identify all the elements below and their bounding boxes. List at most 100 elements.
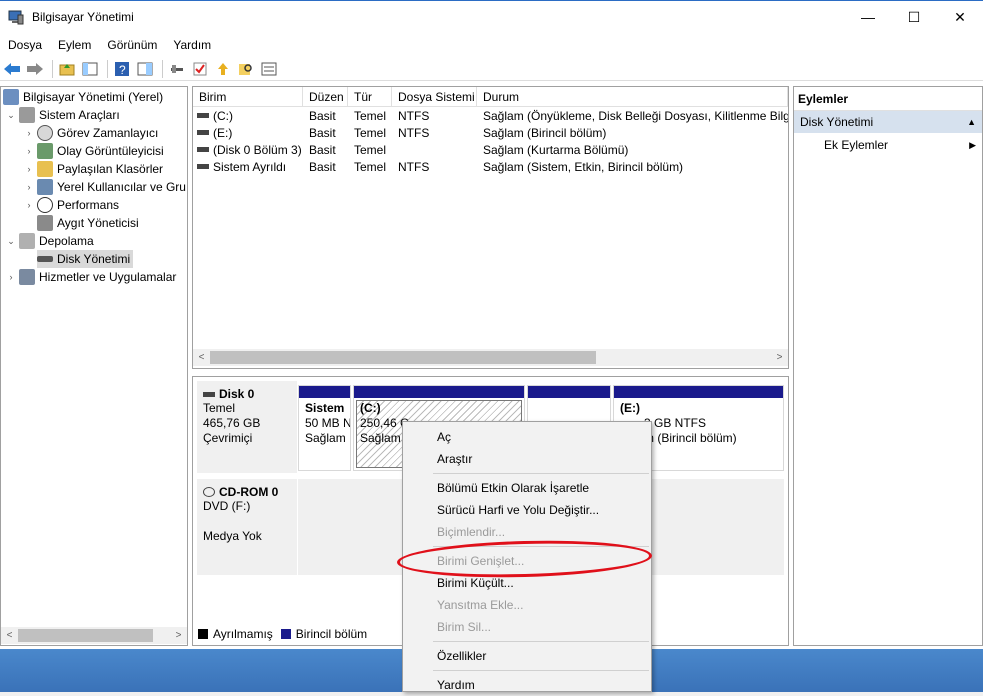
properties-pane-icon[interactable] — [135, 60, 155, 78]
column-header-layout[interactable]: Düzen — [303, 87, 348, 107]
scroll-left-icon[interactable]: < — [193, 349, 210, 366]
partition-system-reserved[interactable]: Sistem 50 MB N Sağlam — [298, 385, 351, 471]
actions-section[interactable]: Disk Yönetimi ▲ — [794, 111, 982, 133]
performance-icon — [37, 197, 53, 213]
tools-icon — [19, 107, 35, 123]
menu-item-format[interactable]: Biçimlendir... — [437, 521, 505, 543]
scroll-left-icon[interactable]: < — [1, 627, 18, 644]
device-manager-icon — [37, 215, 53, 231]
more-actions[interactable]: Ek Eylemler ▶ — [794, 133, 982, 157]
close-button[interactable]: ✕ — [937, 1, 983, 33]
toolbar-separator — [162, 59, 163, 78]
table-row[interactable]: (E:) Basit Temel NTFS Sağlam (Birincil b… — [193, 125, 788, 142]
column-header-filesystem[interactable]: Dosya Sistemi — [392, 87, 477, 107]
menu-separator — [433, 641, 649, 642]
menu-action[interactable]: Eylem — [50, 35, 99, 55]
tree-item-root[interactable]: Bilgisayar Yönetimi (Yerel) — [3, 88, 163, 106]
table-row[interactable]: Sistem Ayrıldı Basit Temel NTFS Sağlam (… — [193, 159, 788, 176]
help-icon[interactable]: ? — [112, 60, 132, 78]
menu-view[interactable]: Görünüm — [99, 35, 165, 55]
cell-volume: (E:) — [213, 126, 233, 140]
menu-item-mark-active[interactable]: Bölümü Etkin Olarak İşaretle — [437, 477, 589, 499]
expand-icon[interactable]: › — [23, 124, 35, 142]
partition-bar — [614, 386, 783, 398]
collapse-up-icon[interactable]: ▲ — [967, 111, 976, 133]
connect-icon[interactable] — [167, 60, 187, 78]
import-icon[interactable] — [213, 60, 233, 78]
menu-item-delete[interactable]: Birim Sil... — [437, 616, 491, 638]
tree-item-label: Sistem Araçları — [39, 108, 120, 122]
computer-icon — [3, 89, 19, 105]
volume-icon — [197, 164, 209, 169]
column-header-status[interactable]: Durum — [477, 87, 788, 107]
tree-item-local-users[interactable]: › Yerel Kullanıcılar ve Gru — [23, 178, 186, 196]
tree-item-disk-management[interactable]: Disk Yönetimi — [37, 250, 134, 268]
tree-item-device-manager[interactable]: Aygıt Yöneticisi — [37, 214, 139, 232]
tree-item-services[interactable]: › Hizmetler ve Uygulamalar — [5, 268, 176, 286]
tree-item-task-scheduler[interactable]: › Görev Zamanlayıcı — [23, 124, 158, 142]
expand-icon[interactable]: › — [23, 160, 35, 178]
partition-bar — [528, 386, 610, 398]
menu-separator — [433, 670, 649, 671]
table-row[interactable]: (C:) Basit Temel NTFS Sağlam (Önyükleme,… — [193, 108, 788, 125]
cell-layout: Basit — [309, 160, 336, 174]
back-icon[interactable] — [2, 60, 22, 78]
disk-icon — [37, 256, 53, 262]
expand-icon[interactable]: › — [23, 196, 35, 214]
column-header-type[interactable]: Tür — [348, 87, 392, 107]
toolbar-separator — [52, 59, 53, 78]
scrollbar-thumb[interactable] — [210, 351, 596, 364]
tree-horizontal-scrollbar[interactable]: < > — [1, 627, 187, 644]
submenu-arrow-icon: ▶ — [969, 140, 976, 150]
tree-item-event-viewer[interactable]: › Olay Görüntüleyicisi — [23, 142, 164, 160]
unallocated-swatch — [198, 629, 208, 639]
menu-item-mirror[interactable]: Yansıtma Ekle... — [437, 594, 523, 616]
cell-layout: Basit — [309, 109, 336, 123]
tree-item-storage[interactable]: ⌄ Depolama — [5, 232, 94, 250]
cell-volume: (C:) — [213, 109, 233, 123]
maximize-button[interactable]: ☐ — [891, 1, 937, 33]
title-bar: Bilgisayar Yönetimi — ☐ ✕ — [0, 1, 983, 33]
disk0-label[interactable]: Disk 0 Temel 465,76 GB Çevrimiçi — [197, 381, 297, 473]
expand-icon[interactable]: › — [5, 268, 17, 286]
check-icon[interactable] — [190, 60, 210, 78]
tree-item-performance[interactable]: › Performans — [23, 196, 119, 214]
menu-item-help[interactable]: Yardım — [437, 674, 475, 696]
cell-filesystem: NTFS — [398, 109, 430, 123]
menu-item-properties[interactable]: Özellikler — [437, 645, 486, 667]
list-view-icon[interactable] — [259, 60, 279, 78]
show-hide-tree-icon[interactable] — [80, 60, 100, 78]
menu-file[interactable]: Dosya — [0, 35, 50, 55]
scroll-right-icon[interactable]: > — [170, 627, 187, 644]
cdrom-icon — [203, 487, 215, 497]
tree-item-label: Hizmetler ve Uygulamalar — [39, 270, 177, 284]
scroll-right-icon[interactable]: > — [771, 349, 788, 366]
scrollbar-thumb[interactable] — [18, 629, 153, 642]
menu-item-explore[interactable]: Araştır — [437, 448, 472, 470]
menu-item-change-letter[interactable]: Sürücü Harfi ve Yolu Değiştir... — [437, 499, 599, 521]
minimize-button[interactable]: — — [845, 1, 891, 33]
collapse-icon[interactable]: ⌄ — [5, 232, 17, 250]
cdrom-label[interactable]: CD-ROM 0 DVD (F:) Medya Yok — [197, 479, 297, 575]
expand-icon[interactable]: › — [23, 178, 35, 196]
column-header-volume[interactable]: Birim — [193, 87, 303, 107]
tree-item-label: Paylaşılan Klasörler — [57, 162, 164, 176]
tree-item-system-tools[interactable]: ⌄ Sistem Araçları — [5, 106, 120, 124]
forward-icon[interactable] — [25, 60, 45, 78]
menu-item-open[interactable]: Aç — [437, 426, 451, 448]
search-icon[interactable] — [236, 60, 256, 78]
expand-icon[interactable]: › — [23, 142, 35, 160]
disk0-state: Çevrimiçi — [203, 431, 253, 445]
volume-list-horizontal-scrollbar[interactable]: < > — [193, 349, 788, 366]
disk-icon — [203, 391, 215, 397]
partition-name: (C:) — [360, 401, 381, 415]
navigation-tree: Bilgisayar Yönetimi (Yerel) ⌄ Sistem Ara… — [0, 86, 188, 646]
cdrom-kind: DVD (F:) — [203, 499, 251, 513]
tree-item-label: Yerel Kullanıcılar ve Gru — [57, 180, 186, 194]
cell-status: Sağlam (Önyükleme, Disk Belleği Dosyası,… — [483, 109, 788, 123]
table-row[interactable]: (Disk 0 Bölüm 3) Basit Temel Sağlam (Kur… — [193, 142, 788, 159]
collapse-icon[interactable]: ⌄ — [5, 106, 17, 124]
up-folder-icon[interactable] — [57, 60, 77, 78]
tree-item-shared-folders[interactable]: › Paylaşılan Klasörler — [23, 160, 163, 178]
menu-help[interactable]: Yardım — [165, 35, 219, 55]
